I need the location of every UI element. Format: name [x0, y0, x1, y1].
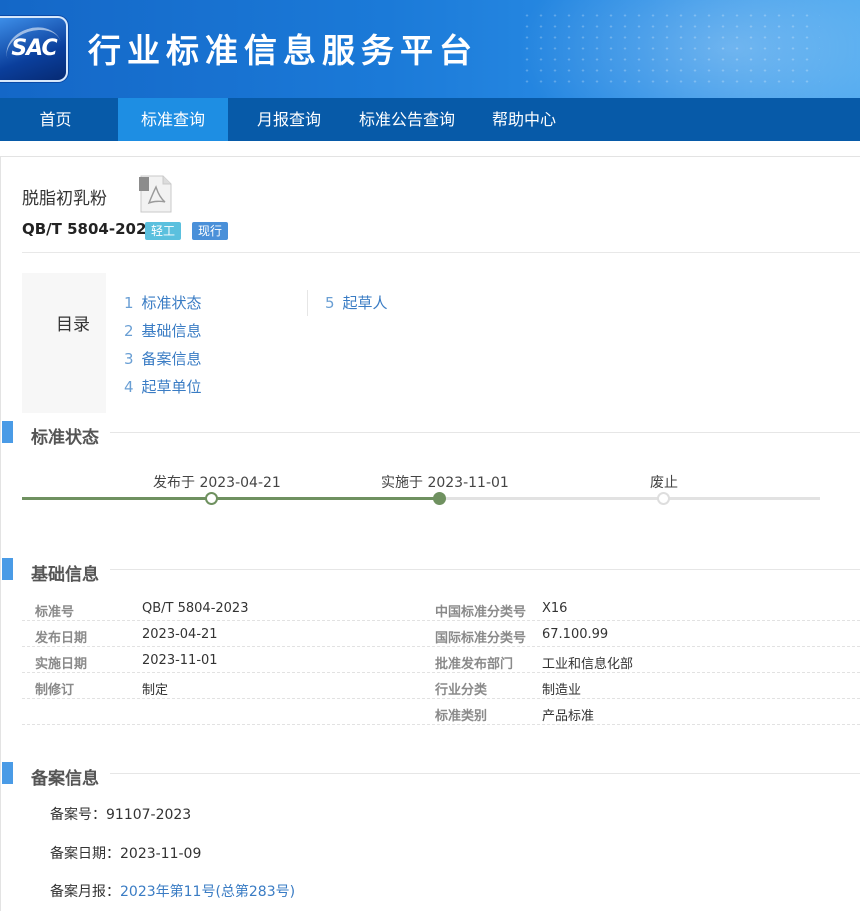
section-accent-bar [2, 421, 13, 443]
status-badge: 现行 [192, 222, 229, 240]
toc-item-drafting-org[interactable]: 4 起草单位 [124, 376, 202, 397]
filing-date: 备案日期：2023-11-09 [50, 843, 201, 863]
info-label: 实施日期 [35, 657, 88, 672]
filing-number: 备案号：91107-2023 [50, 804, 191, 824]
info-row: 发布日期 2023-04-21 国际标准分类号 67.100.99 [22, 621, 860, 647]
main-nav: 首页 标准查询 月报查询 标准公告查询 帮助中心 [0, 98, 860, 141]
filing-date-value: 2023-11-09 [120, 846, 202, 862]
info-value: 产品标准 [542, 709, 595, 724]
toc-item-number: 1 [124, 294, 134, 312]
nav-item-help[interactable]: 帮助中心 [474, 98, 574, 141]
info-label: 批准发布部门 [435, 657, 514, 672]
info-label: 制修订 [35, 683, 75, 698]
toc-item-number: 4 [124, 378, 134, 396]
timeline-label-abolished: 废止 [650, 475, 678, 491]
nav-item-monthly-report[interactable]: 月报查询 [236, 98, 342, 141]
info-value: 制造业 [542, 683, 582, 698]
section-title-status: 标准状态 [31, 428, 99, 448]
toc-item-filing[interactable]: 3 备案信息 [124, 348, 202, 369]
section-accent-bar [2, 558, 13, 580]
filing-number-value: 91107-2023 [106, 807, 192, 823]
toc-item-label: 起草单位 [141, 378, 202, 396]
info-value: 67.100.99 [542, 627, 609, 642]
section-divider [110, 569, 860, 570]
timeline-dot-published [205, 492, 218, 505]
toc-item-label: 备案信息 [141, 350, 202, 368]
banner-stars [520, 10, 820, 90]
info-label: 国际标准分类号 [435, 631, 527, 646]
info-value: QB/T 5804-2023 [142, 601, 249, 616]
info-value: X16 [542, 601, 568, 616]
timeline-dot-abolished [657, 492, 670, 505]
info-label: 行业分类 [435, 683, 488, 698]
section-divider [110, 773, 860, 774]
info-row: 实施日期 2023-11-01 批准发布部门 工业和信息化部 [22, 647, 860, 673]
toc-box [22, 273, 106, 413]
toc-item-label: 起草人 [342, 294, 388, 312]
section-accent-bar [2, 762, 13, 784]
standard-code: QB/T 5804-2023 [22, 220, 157, 238]
toc-item-drafters[interactable]: 5 起草人 [325, 292, 388, 313]
info-row: 标准号 QB/T 5804-2023 中国标准分类号 X16 [22, 595, 860, 621]
logo-text: SAC [11, 36, 57, 61]
toc-item-number: 5 [325, 294, 335, 312]
site-title: 行业标准信息服务平台 [88, 31, 478, 70]
toc-item-status[interactable]: 1 标准状态 [124, 292, 202, 313]
nav-item-home[interactable]: 首页 [0, 98, 111, 141]
info-label: 标准号 [35, 605, 75, 620]
info-label: 标准类别 [435, 709, 488, 724]
info-value: 2023-11-01 [142, 653, 218, 668]
toc-separator [307, 290, 308, 316]
filing-report-link[interactable]: 2023年第11号(总第283号) [120, 884, 295, 900]
nav-item-standard-search[interactable]: 标准查询 [118, 98, 228, 141]
info-row: 制修订 制定 行业分类 制造业 [22, 673, 860, 699]
info-value: 工业和信息化部 [542, 657, 634, 672]
timeline-label-implemented: 实施于 2023-11-01 [381, 475, 509, 491]
toc-title: 目录 [56, 315, 90, 335]
sac-logo[interactable]: SAC [0, 16, 68, 82]
toc-item-basic[interactable]: 2 基础信息 [124, 320, 202, 341]
filing-date-label: 备案日期： [50, 846, 120, 862]
toc-item-number: 3 [124, 350, 134, 368]
filing-number-label: 备案号： [50, 807, 106, 823]
info-label: 中国标准分类号 [435, 605, 527, 620]
divider [22, 252, 860, 253]
toc-item-label: 基础信息 [141, 322, 202, 340]
timeline-label-published: 发布于 2023-04-21 [153, 475, 281, 491]
section-divider [110, 432, 860, 433]
info-value: 2023-04-21 [142, 627, 218, 642]
standard-name: 脱脂初乳粉 [22, 189, 107, 209]
pdf-file-icon[interactable] [139, 175, 172, 213]
info-row: 标准类别 产品标准 [22, 699, 860, 725]
content-frame [0, 156, 860, 911]
filing-report-label: 备案月报： [50, 884, 120, 900]
section-title-basic: 基础信息 [31, 565, 99, 585]
header-banner: SAC 行业标准信息服务平台 [0, 0, 860, 98]
section-title-filing: 备案信息 [31, 769, 99, 789]
timeline-dot-implemented [433, 492, 446, 505]
timeline-progress [22, 497, 440, 500]
toc-item-label: 标准状态 [141, 294, 202, 312]
toc-item-number: 2 [124, 322, 134, 340]
info-value: 制定 [142, 683, 169, 698]
info-label: 发布日期 [35, 631, 88, 646]
filing-monthly-report: 备案月报：2023年第11号(总第283号) [50, 881, 295, 901]
nav-item-announcement[interactable]: 标准公告查询 [350, 98, 464, 141]
industry-tag: 轻工 [145, 222, 182, 240]
